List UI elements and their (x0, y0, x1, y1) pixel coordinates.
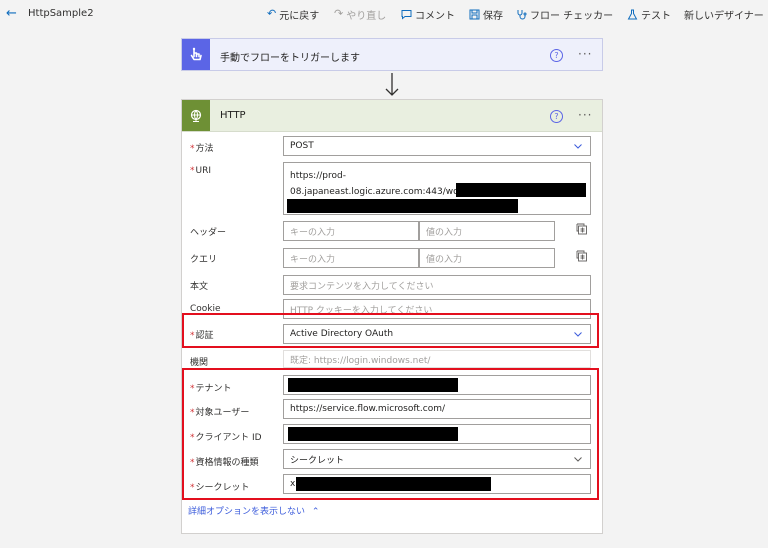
method-dropdown[interactable]: POST (283, 136, 591, 156)
cookie-label: Cookie (190, 304, 221, 314)
uri-label: *URI (190, 166, 211, 176)
chevron-up-icon: ⌃ (311, 507, 320, 517)
authority-label: 機関 (190, 358, 209, 368)
redo-button[interactable]: ↷ やり直し (334, 7, 386, 22)
new-designer-toggle[interactable]: 新しいデザイナー (684, 7, 764, 22)
globe-icon (182, 100, 210, 131)
stethoscope-icon (517, 9, 527, 19)
more-options-icon[interactable]: ··· (578, 48, 592, 60)
auth-label: *認証 (190, 331, 214, 341)
redo-icon: ↷ (334, 7, 344, 20)
flow-checker-button[interactable]: フロー チェッカー (516, 7, 613, 22)
http-card-header[interactable]: HTTP ? ··· (182, 100, 602, 132)
redacted-block (287, 199, 518, 213)
body-input[interactable]: 要求コンテンツを入力してください (283, 275, 591, 295)
help-icon[interactable]: ? (550, 110, 563, 123)
credential-type-label: *資格情報の種類 (190, 458, 259, 468)
headers-label: ヘッダー (190, 228, 227, 238)
redacted-block (456, 183, 586, 197)
save-icon (469, 9, 480, 19)
trigger-card[interactable]: 手動でフローをトリガーします ? ··· (181, 38, 603, 71)
test-button[interactable]: テスト (627, 7, 671, 22)
cookie-input[interactable]: HTTP クッキーを入力してください (283, 299, 591, 319)
queries-label: クエリ (190, 255, 218, 265)
query-key-input[interactable]: キーの入力 (283, 248, 419, 268)
client-id-label: *クライアント ID (190, 433, 262, 443)
comment-icon (401, 9, 412, 20)
redacted-block (288, 378, 458, 392)
auth-dropdown[interactable]: Active Directory OAuth (283, 324, 591, 344)
flow-title: HttpSample2 (28, 8, 94, 19)
more-options-icon[interactable]: ··· (578, 109, 592, 121)
save-button[interactable]: 保存 (469, 7, 503, 22)
undo-icon: ↶ (267, 7, 277, 20)
http-title: HTTP (220, 110, 246, 121)
body-label: 本文 (190, 282, 209, 292)
credential-type-dropdown[interactable]: シークレット (283, 449, 591, 469)
trigger-title: 手動でフローをトリガーします (220, 53, 360, 64)
switch-to-text-icon[interactable] (576, 250, 588, 262)
audience-input[interactable]: https://service.flow.microsoft.com/ (283, 399, 591, 419)
query-value-input[interactable]: 値の入力 (419, 248, 555, 268)
help-icon[interactable]: ? (550, 49, 563, 62)
undo-button[interactable]: ↶ 元に戻す (267, 7, 319, 22)
chevron-down-icon (574, 332, 582, 337)
back-arrow-icon[interactable]: ← (6, 7, 20, 21)
chevron-down-icon (574, 457, 582, 462)
header-key-input[interactable]: キーの入力 (283, 221, 419, 241)
switch-to-text-icon[interactable] (576, 223, 588, 235)
tenant-label: *テナント (190, 384, 232, 394)
authority-input[interactable]: 既定: https://login.windows.net/ (283, 350, 591, 368)
secret-label: *シークレット (190, 483, 250, 493)
comment-button[interactable]: コメント (401, 7, 455, 22)
command-bar: ← HttpSample2 ↶ 元に戻す ↷ やり直し コメント 保存 フロー … (0, 0, 768, 28)
flask-icon (627, 9, 638, 19)
redacted-block (288, 427, 458, 441)
redacted-block (296, 477, 491, 491)
method-label: *方法 (190, 144, 214, 154)
hide-advanced-options-link[interactable]: 詳細オプションを表示しない ⌃ (188, 504, 319, 517)
manual-trigger-icon (182, 39, 210, 70)
header-value-input[interactable]: 値の入力 (419, 221, 555, 241)
audience-label: *対象ユーザー (190, 408, 250, 418)
arrow-down-icon (385, 73, 399, 96)
chevron-down-icon (574, 144, 582, 149)
